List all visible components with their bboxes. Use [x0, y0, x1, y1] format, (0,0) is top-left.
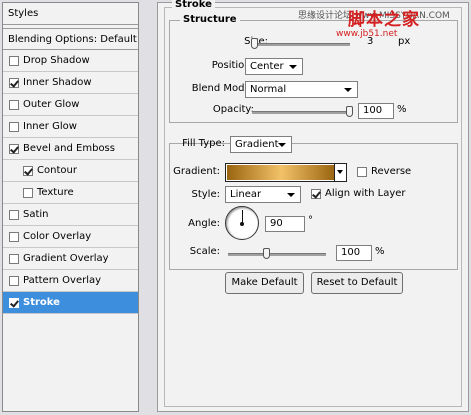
checkbox-box[interactable] [311, 189, 321, 199]
style-item-checkbox[interactable] [9, 77, 19, 88]
style-item-checkbox[interactable] [9, 297, 19, 308]
style-item-label: Satin [23, 209, 49, 220]
size-unit: px [398, 36, 411, 47]
style-item-texture[interactable]: Texture [3, 182, 138, 204]
style-item-label: Texture [37, 187, 74, 198]
style-item-label: Inner Shadow [23, 77, 92, 88]
style-item-label: Stroke [23, 297, 60, 308]
style-item-checkbox[interactable] [23, 187, 33, 198]
reset-to-default-button[interactable]: Reset to Default [311, 272, 403, 294]
fill-type-value: Gradient [235, 139, 279, 150]
styles-header[interactable]: Styles [3, 3, 138, 25]
blend-mode-value: Normal [250, 84, 287, 95]
reverse-label: Reverse [371, 166, 412, 177]
style-item-stroke[interactable]: Stroke [3, 292, 138, 314]
style-item-checkbox[interactable] [9, 55, 19, 66]
style-item-outer-glow[interactable]: Outer Glow [3, 94, 138, 116]
watermark-brand: 脚本之家 [348, 10, 420, 30]
style-item-checkbox[interactable] [9, 275, 19, 286]
gradient-dropdown-button[interactable] [334, 164, 346, 181]
make-default-button[interactable]: Make Default [225, 272, 304, 294]
structure-title: Structure [180, 14, 240, 25]
scale-input[interactable]: 100 [336, 245, 372, 261]
angle-input[interactable]: 90 [265, 216, 305, 232]
style-item-checkbox[interactable] [9, 209, 19, 220]
gradient-swatch[interactable] [227, 165, 335, 180]
style-item-label: Contour [37, 165, 77, 176]
checkbox-box[interactable] [357, 167, 367, 177]
position-value: Center [250, 61, 284, 72]
style-item-label: Bevel and Emboss [23, 143, 115, 154]
chevron-down-icon [344, 88, 352, 92]
opacity-unit: % [397, 104, 407, 115]
stroke-group-title: Stroke [172, 0, 215, 10]
style-item-label: Drop Shadow [23, 55, 90, 66]
angle-dial-icon[interactable] [225, 206, 259, 240]
scale-slider-track[interactable] [228, 253, 326, 256]
style-item-label: Gradient Overlay [23, 253, 109, 264]
style-item-label: Outer Glow [23, 99, 80, 110]
style-item-color-overlay[interactable]: Color Overlay [3, 226, 138, 248]
opacity-input[interactable]: 100 [358, 103, 394, 119]
style-item-satin[interactable]: Satin [3, 204, 138, 226]
stroke-settings-panel: Stroke Structure 思缘设计论坛 www.MISSYUAN.COM… [157, 0, 469, 412]
blending-options-item[interactable]: Blending Options: Default [3, 28, 138, 50]
scale-unit: % [375, 246, 385, 257]
chevron-down-icon [289, 65, 297, 69]
fill-type-dropdown[interactable]: Gradient [230, 136, 292, 153]
position-dropdown[interactable]: Center [245, 58, 303, 75]
chevron-down-icon [278, 143, 286, 147]
style-item-gradient-overlay[interactable]: Gradient Overlay [3, 248, 138, 270]
gradient-picker[interactable] [225, 163, 347, 182]
style-item-checkbox[interactable] [9, 121, 19, 132]
align-with-layer-checkbox[interactable] [311, 189, 321, 199]
style-label: Style: [191, 189, 221, 200]
gradient-label: Gradient: [173, 166, 220, 177]
size-slider-thumb[interactable] [251, 38, 258, 49]
style-item-checkbox[interactable] [9, 231, 19, 242]
opacity-label: Opacity: [212, 104, 254, 115]
blending-options-label: Blending Options: Default [8, 33, 137, 45]
chevron-down-icon [287, 193, 295, 197]
style-item-checkbox[interactable] [23, 165, 33, 176]
angle-unit: ° [308, 215, 313, 226]
fill-type-label: Fill Type: [182, 138, 225, 149]
style-item-contour[interactable]: Contour [3, 160, 138, 182]
angle-dial-center [240, 222, 244, 226]
style-item-pattern-overlay[interactable]: Pattern Overlay [3, 270, 138, 292]
scale-slider-thumb[interactable] [263, 248, 271, 259]
style-item-checkbox[interactable] [9, 99, 19, 110]
style-item-checkbox[interactable] [9, 143, 19, 154]
angle-label: Angle: [188, 218, 220, 229]
style-dropdown[interactable]: Linear [225, 186, 301, 203]
style-item-label: Color Overlay [23, 231, 92, 242]
style-item-drop-shadow[interactable]: Drop Shadow [3, 50, 138, 72]
styles-list-panel: Styles Blending Options: Default Drop Sh… [2, 2, 139, 412]
size-value[interactable]: 3 [367, 36, 373, 47]
style-item-bevel-and-emboss[interactable]: Bevel and Emboss [3, 138, 138, 160]
style-item-label: Inner Glow [23, 121, 77, 132]
style-value: Linear [230, 189, 262, 200]
scale-label: Scale: [189, 246, 220, 257]
style-item-inner-shadow[interactable]: Inner Shadow [3, 72, 138, 94]
chevron-down-icon [337, 170, 343, 174]
blend-mode-dropdown[interactable]: Normal [245, 81, 358, 98]
size-slider-track[interactable] [252, 43, 350, 46]
opacity-slider-thumb[interactable] [346, 106, 353, 117]
style-item-label: Pattern Overlay [23, 275, 102, 286]
opacity-slider-track[interactable] [252, 111, 350, 114]
style-item-checkbox[interactable] [9, 253, 19, 264]
reverse-checkbox[interactable] [357, 167, 367, 177]
blend-mode-label: Blend Mode: [191, 83, 254, 94]
style-item-inner-glow[interactable]: Inner Glow [3, 116, 138, 138]
align-with-layer-label: Align with Layer [325, 188, 406, 199]
styles-title: Styles [8, 8, 39, 19]
position-label: Position: [211, 60, 254, 71]
